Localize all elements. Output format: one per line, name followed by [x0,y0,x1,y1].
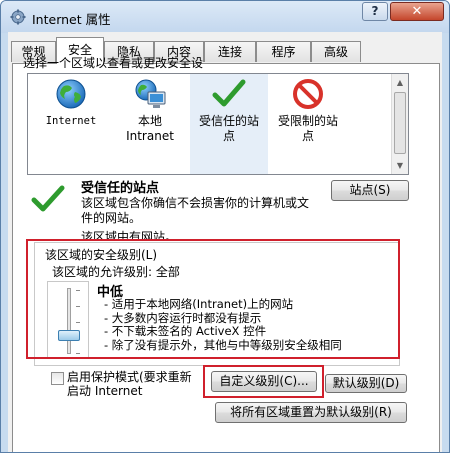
zone-list-scrollbar[interactable]: ▲ ▼ [391,74,408,174]
help-button[interactable]: ? [362,2,388,21]
restricted-icon [293,79,323,109]
trusted-check-icon [31,185,65,212]
tab-advanced[interactable]: 高级 [311,41,361,62]
zone-restricted-label: 受限制的站 点 [277,114,338,143]
site-description: 该区域包含你确信不会损害你的计算机或文 件的网站。 [81,196,310,225]
reset-all-zones-button[interactable]: 将所有区域重置为默认级别(R) [215,402,407,423]
tab-connections[interactable]: 连接 [204,41,256,62]
protected-mode-label: 启用保护模式(要求重新 启动 Internet [67,370,192,398]
tab-programs[interactable]: 程序 [256,41,311,62]
default-level-button[interactable]: 默认级别(D) [325,374,407,393]
zone-prompt: 选择一个区域以查看或更改安全设 [23,56,204,70]
checkmark-icon [212,79,246,107]
protected-mode-checkbox[interactable] [51,372,64,385]
zone-internet-label: Internet [45,115,97,127]
ie-gear-icon [10,9,26,25]
highlight-security-level-box [26,239,400,359]
highlight-custom-level-box [203,365,324,398]
site-list-note: 该区域中有网站。 [81,230,178,239]
scroll-down-arrow-icon[interactable]: ▼ [392,157,408,174]
zone-restricted-sites[interactable]: 受限制的站 点 [269,74,347,174]
zone-trusted-label: 受信任的站 点 [198,114,259,143]
intranet-icon [135,79,166,108]
scroll-up-arrow-icon[interactable]: ▲ [392,74,408,91]
globe-icon [56,79,86,109]
internet-properties-dialog: Internet 属性 ? ✕ 常规 安全 隐私 内容 连接 程序 高级 选择一… [0,0,450,453]
site-title: 受信任的站点 [81,181,160,196]
zone-local-intranet[interactable]: 本地 Intranet [111,74,189,174]
zone-trusted-sites[interactable]: 受信任的站 点 [190,74,268,174]
title-bar: Internet 属性 ? ✕ [1,1,449,33]
window-title: Internet 属性 [32,12,111,27]
scroll-thumb[interactable] [394,92,406,154]
zone-internet[interactable]: Internet [32,74,110,174]
close-button[interactable]: ✕ [390,2,444,21]
sites-button[interactable]: 站点(S) [331,180,409,201]
zone-intranet-label: 本地 Intranet [126,114,174,143]
zone-list: Internet 本地 Intranet 受信任的站 点 受限制的站 点 ▲ ▼ [27,73,409,175]
